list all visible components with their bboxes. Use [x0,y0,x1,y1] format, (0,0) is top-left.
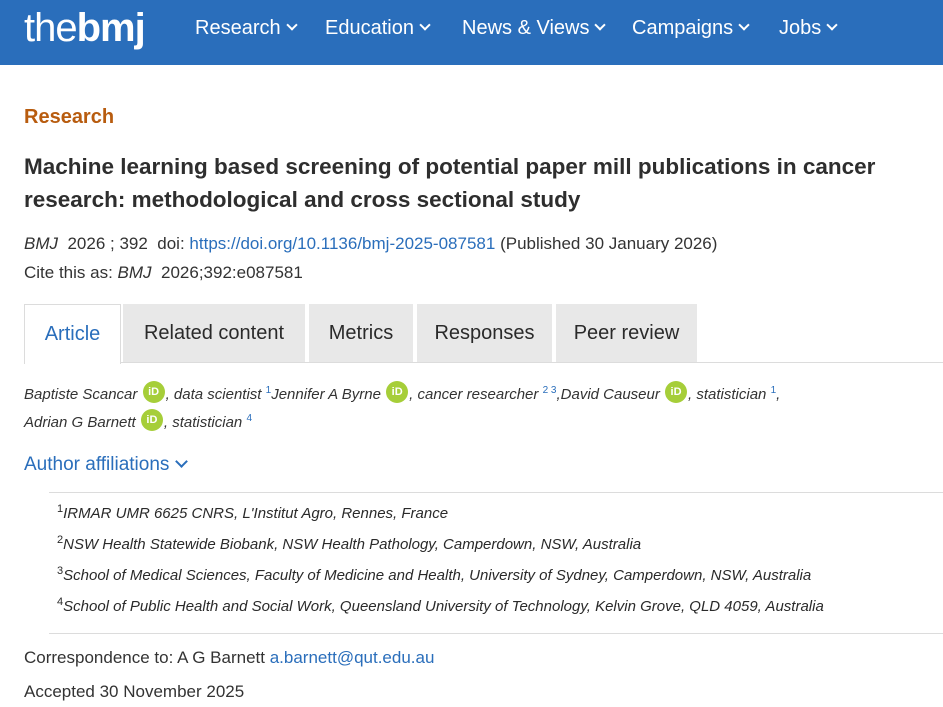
chevron-down-icon [826,19,838,31]
nav-news-views-label: News & Views [462,17,590,39]
site-header: thebmj Research Education News & Views C… [0,0,943,65]
chevron-down-icon [175,455,189,468]
orcid-icon[interactable]: iD [140,409,163,431]
affiliation-ref[interactable]: 1 [771,385,777,396]
authors-line-1: Baptiste Scancar iD, data scientist 1Jen… [24,381,780,403]
cite-journal: BMJ [117,263,152,282]
author-name[interactable]: Jennifer A Byrne [271,386,381,403]
journal-name: BMJ [24,234,58,253]
orcid-icon[interactable]: iD [142,381,165,403]
section-label: Research [24,106,115,128]
tab-divider [121,362,943,363]
affiliation-item: 2NSW Health Statewide Biobank, NSW Healt… [57,534,641,553]
affiliation-text: IRMAR UMR 6625 CNRS, L'Institut Agro, Re… [63,505,449,522]
affiliation-item: 4School of Public Health and Social Work… [57,596,824,615]
affiliation-ref[interactable]: 4 [246,413,252,424]
affiliation-text: School of Public Health and Social Work,… [63,598,824,615]
author-role: , data scientist [165,386,262,403]
author-role: , statistician [688,386,767,403]
logo-bmj: bmj [76,6,146,50]
cite-ref: 2026;392:e087581 [161,263,303,282]
author-affiliations-toggle[interactable]: Author affiliations [24,454,189,476]
tab-article[interactable]: Article [24,304,121,364]
authors-line-2: Adrian G Barnett iD, statistician 4 [24,409,252,431]
nav-research[interactable]: Research [195,15,298,41]
correspondence-email-link[interactable]: a.barnett@qut.edu.au [270,648,435,667]
cite-label: Cite this as: [24,263,113,282]
accepted-date: Accepted 30 November 2025 [24,682,245,701]
orcid-icon[interactable]: iD [386,381,409,403]
chevron-down-icon [738,19,750,31]
year-volume: 2026 ; 392 [67,234,148,253]
citation-line: BMJ 2026 ; 392 doi: https://doi.org/10.1… [24,234,717,254]
correspondence-label: Correspondence to: A G Barnett [24,648,265,667]
chevron-down-icon [285,19,298,31]
author-name[interactable]: Adrian G Barnett [24,414,136,431]
correspondence: Correspondence to: A G Barnett a.barnett… [24,648,434,668]
affiliation-ref[interactable]: 2 3 [543,385,557,396]
chevron-down-icon [419,19,431,31]
author-name[interactable]: David Causeur [561,386,660,403]
affiliations-list: 1IRMAR UMR 6625 CNRS, L'Institut Agro, R… [49,492,943,634]
nav-education[interactable]: Education [325,15,431,41]
orcid-icon[interactable]: iD [665,381,688,403]
author-role: , cancer researcher [409,386,539,403]
tab-related-content[interactable]: Related content [123,304,305,362]
affiliation-item: 3School of Medical Sciences, Faculty of … [57,565,811,584]
nav-jobs[interactable]: Jobs [779,15,838,41]
affiliation-text: School of Medical Sciences, Faculty of M… [63,567,812,584]
nav-research-label: Research [195,17,281,39]
nav-campaigns[interactable]: Campaigns [632,15,750,41]
nav-campaigns-label: Campaigns [632,17,734,39]
doi-link[interactable]: https://doi.org/10.1136/bmj-2025-087581 [189,234,495,253]
article-title: Machine learning based screening of pote… [24,154,876,212]
affiliations-toggle-label: Author affiliations [24,454,170,475]
author-name[interactable]: Baptiste Scancar [24,386,137,403]
bmj-logo[interactable]: thebmj [24,6,146,50]
logo-the: the [24,6,78,50]
published-date: (Published 30 January 2026) [500,234,718,253]
author-role: , statistician [163,414,243,431]
affiliation-text: NSW Health Statewide Biobank, NSW Health… [63,536,642,553]
doi-label: doi: [157,234,185,253]
affiliation-item: 1IRMAR UMR 6625 CNRS, L'Institut Agro, R… [57,503,448,522]
tab-responses[interactable]: Responses [417,304,552,362]
nav-news-views[interactable]: News & Views [462,15,607,41]
tab-peer-review[interactable]: Peer review [556,304,697,362]
chevron-down-icon [594,19,607,31]
nav-jobs-label: Jobs [779,17,822,39]
cite-as-line: Cite this as: BMJ 2026;392:e087581 [24,263,303,283]
tab-metrics[interactable]: Metrics [309,304,413,362]
nav-education-label: Education [325,17,414,39]
